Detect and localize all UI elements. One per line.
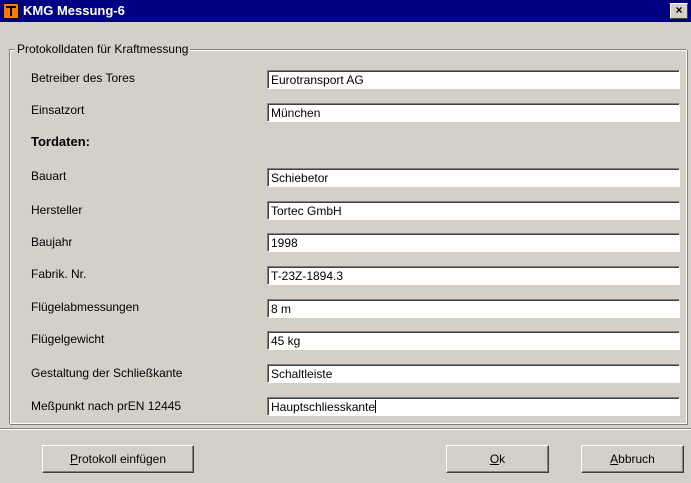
ok-label: k	[499, 452, 506, 466]
cancel-mnemonic: A	[610, 452, 619, 466]
app-icon	[3, 3, 19, 19]
field-label-operator: Betreiber des Tores	[31, 71, 135, 85]
cancel-label: bbruch	[618, 452, 655, 466]
cancel-button[interactable]: Abbruch	[581, 445, 684, 473]
insert-protocol-button[interactable]: Protokoll einfügen	[42, 445, 194, 473]
field-label-manufacturer: Hersteller	[31, 203, 83, 217]
wing-dimensions-input[interactable]: 8 m	[267, 299, 680, 318]
field-label-year: Baujahr	[31, 235, 73, 249]
button-separator	[0, 428, 691, 430]
group-legend: Protokolldaten für Kraftmessung	[15, 42, 191, 56]
field-label-closing-edge: Gestaltung der Schließkante	[31, 366, 183, 380]
manufacturer-input[interactable]: Tortec GmbH	[267, 201, 680, 220]
measuring-point-value: Hauptschliesskante	[271, 400, 376, 414]
insert-protocol-mnemonic: P	[69, 452, 78, 466]
type-input[interactable]: Schiebetor	[267, 168, 680, 187]
closing-edge-input[interactable]: Schaltleiste	[267, 364, 680, 383]
operator-input[interactable]: Eurotransport AG	[267, 70, 680, 89]
field-label-wing-dimensions: Flügelabmessungen	[31, 300, 140, 314]
wing-weight-input[interactable]: 45 kg	[267, 331, 680, 350]
serial-input[interactable]: T-23Z-1894.3	[267, 266, 680, 285]
ok-button[interactable]: Ok	[446, 445, 549, 473]
title-bar: KMG Messung-6 ×	[0, 0, 691, 22]
field-label-serial: Fabrik. Nr.	[31, 267, 87, 281]
section-heading-gate-data: Tordaten:	[31, 134, 90, 149]
field-label-wing-weight: Flügelgewicht	[31, 332, 105, 346]
window-title: KMG Messung-6	[23, 3, 125, 18]
year-input[interactable]: 1998	[267, 233, 680, 252]
measuring-point-input[interactable]: Hauptschliesskante	[267, 397, 680, 416]
field-label-measuring-point: Meßpunkt nach prEN 12445	[31, 399, 182, 413]
insert-protocol-label: rotokoll einfügen	[77, 452, 167, 466]
close-button[interactable]: ×	[670, 3, 688, 19]
field-label-type: Bauart	[31, 169, 67, 183]
location-input[interactable]: München	[267, 103, 680, 122]
text-caret	[375, 400, 377, 413]
ok-mnemonic: O	[489, 452, 500, 466]
field-label-location: Einsatzort	[31, 103, 85, 117]
